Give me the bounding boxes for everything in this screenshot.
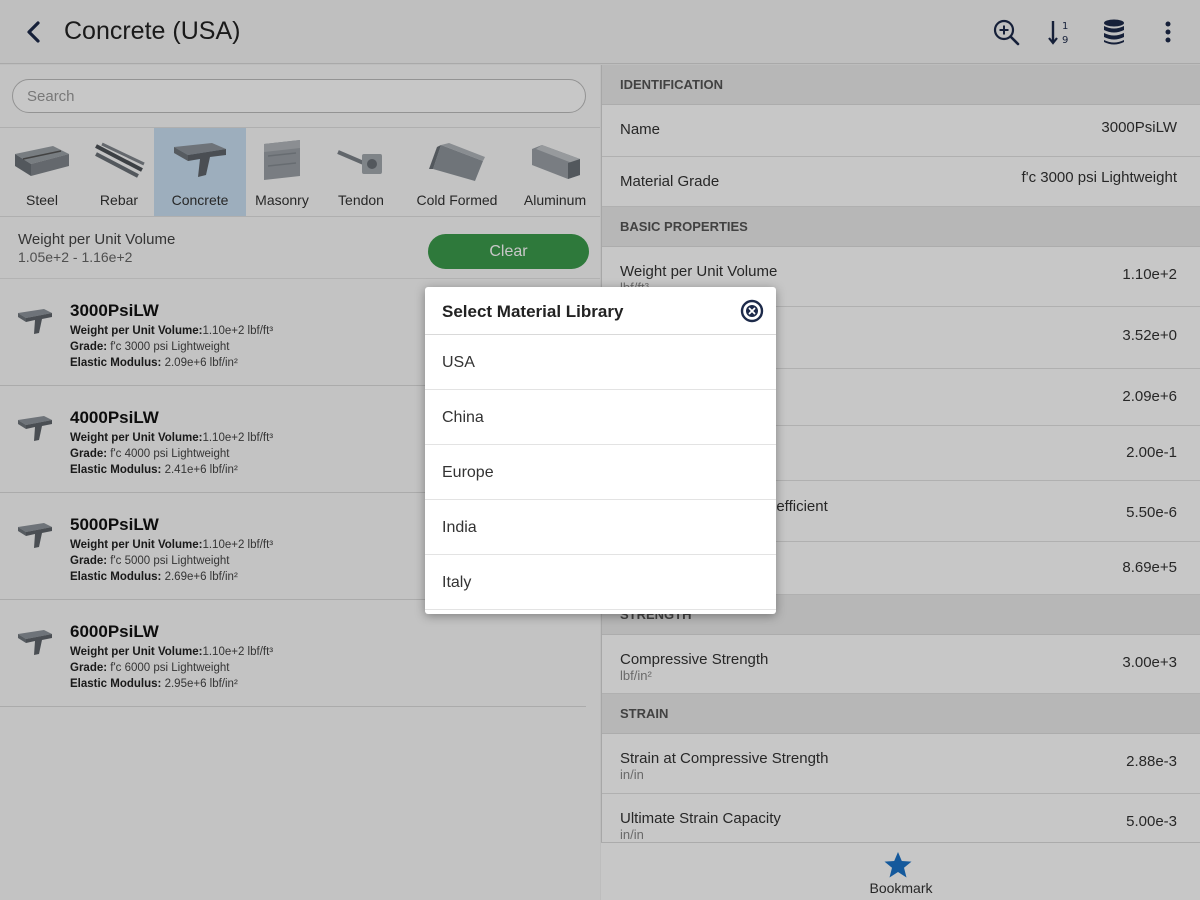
- dialog-header: Select Material Library: [425, 287, 776, 335]
- select-material-library-dialog: Select Material Library USA China Europe…: [425, 287, 776, 614]
- library-option-usa[interactable]: USA: [425, 335, 776, 390]
- library-option-india[interactable]: India: [425, 500, 776, 555]
- library-option-china[interactable]: China: [425, 390, 776, 445]
- library-option-italy[interactable]: Italy: [425, 555, 776, 610]
- library-option-europe[interactable]: Europe: [425, 445, 776, 500]
- dialog-title: Select Material Library: [442, 302, 624, 321]
- close-icon[interactable]: [738, 297, 766, 325]
